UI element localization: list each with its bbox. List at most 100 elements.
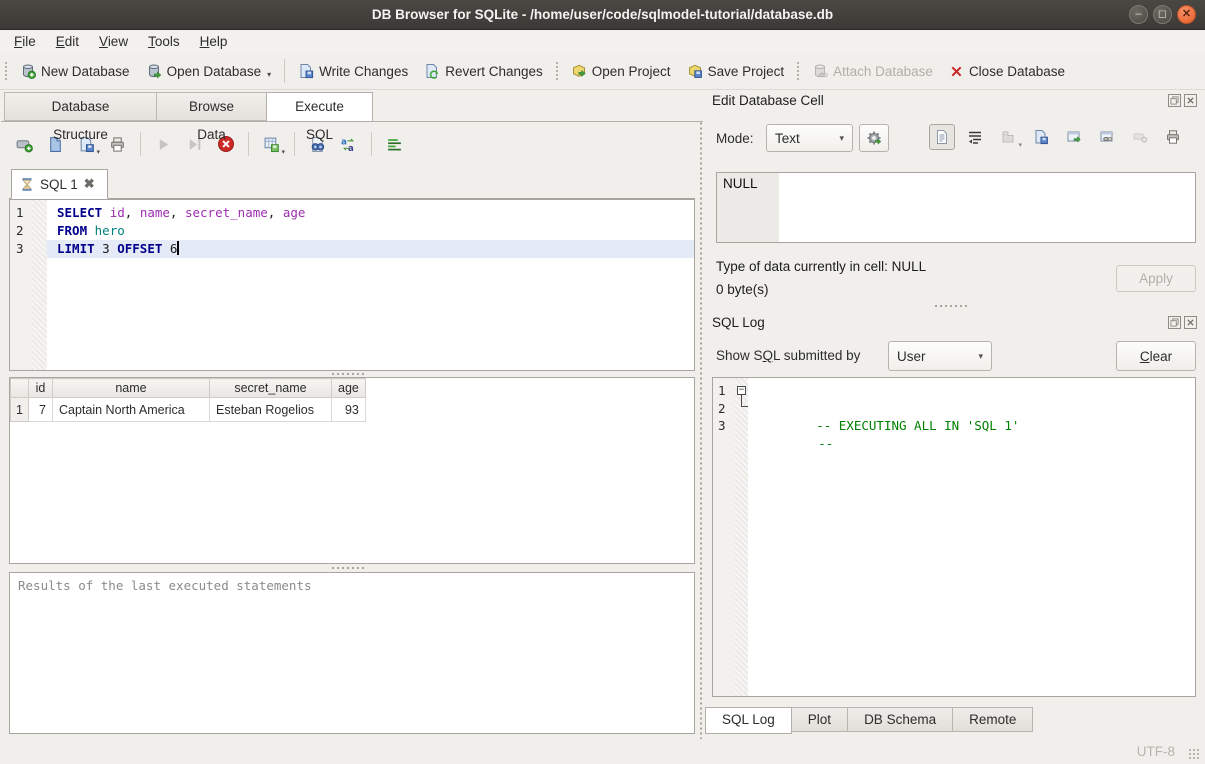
save-project-button[interactable]: Save Project xyxy=(679,58,793,84)
chevron-down-icon: ▾ xyxy=(96,148,100,156)
open-project-button[interactable]: Open Project xyxy=(563,58,679,84)
float-dock-icon[interactable] xyxy=(1168,316,1181,329)
new-sql-tab-button[interactable] xyxy=(11,131,38,157)
cell-secret-name[interactable]: Esteban Rogelios xyxy=(210,398,332,422)
close-dock-icon[interactable] xyxy=(1184,316,1197,329)
menu-view[interactable]: View xyxy=(89,32,138,51)
set-null-button[interactable] xyxy=(1127,124,1153,150)
clear-log-button[interactable]: Clear xyxy=(1116,341,1196,371)
cell-id[interactable]: 7 xyxy=(29,398,53,422)
format-icon xyxy=(386,136,403,153)
chevron-down-icon: ▾ xyxy=(839,133,844,144)
cell-type-text: Type of data currently in cell: NULL xyxy=(716,259,926,274)
close-tab-icon[interactable]: ✖ xyxy=(84,176,95,192)
edit-cell-dock-title: Edit Database Cell xyxy=(712,93,824,108)
cell-value-editor[interactable]: NULL xyxy=(716,172,1196,243)
column-header-name[interactable]: name xyxy=(53,379,210,398)
sql-document-tab[interactable]: SQL 1 ✖ xyxy=(11,169,108,199)
auto-apply-button[interactable] xyxy=(859,124,889,152)
float-dock-icon[interactable] xyxy=(1168,94,1181,107)
print-cell-button[interactable] xyxy=(1160,124,1186,150)
log-line: − -- EXECUTING ALL IN 'SQL 1' xyxy=(748,382,1195,400)
menu-file[interactable]: File xyxy=(4,32,46,51)
export-data-button[interactable] xyxy=(1028,124,1054,150)
dock-tab-remote[interactable]: Remote xyxy=(953,707,1033,732)
execute-sql-pane: ▾ ▾ aa xyxy=(1,121,703,740)
results-grid[interactable]: id name secret_name age 1 7 Captain Nort… xyxy=(9,377,695,564)
toolbar-separator xyxy=(294,132,295,156)
print-sql-button[interactable] xyxy=(104,131,131,157)
text-cursor xyxy=(177,241,179,255)
copy-link-button[interactable] xyxy=(1094,124,1120,150)
database-new-icon xyxy=(20,63,36,79)
close-button[interactable]: ✕ xyxy=(1177,5,1196,24)
menu-edit[interactable]: Edit xyxy=(46,32,89,51)
splitter-handle[interactable] xyxy=(934,303,968,309)
app-window: DB Browser for SQLite - /home/user/code/… xyxy=(0,0,1205,764)
column-header-secret-name[interactable]: secret_name xyxy=(210,379,332,398)
write-changes-button[interactable]: Write Changes xyxy=(290,58,416,84)
vertical-splitter[interactable] xyxy=(698,121,704,739)
encoding-indicator[interactable]: UTF-8 xyxy=(1137,744,1175,759)
apply-button[interactable]: Apply xyxy=(1116,265,1196,292)
toolbar-grip[interactable] xyxy=(796,61,800,81)
edit-cell-dock-buttons xyxy=(1168,94,1197,107)
code-line: FROM hero xyxy=(47,222,694,240)
execute-all-button[interactable] xyxy=(150,131,177,157)
sql-log-view[interactable]: 1 2 3 − -- EXECUTING ALL IN 'SQL 1' -- xyxy=(712,377,1196,697)
tab-browse-data[interactable]: Browse Data xyxy=(156,92,266,121)
replace-button[interactable]: aa xyxy=(335,131,362,157)
resize-grip[interactable] xyxy=(1188,748,1201,761)
database-open-icon xyxy=(146,63,162,79)
menu-tools[interactable]: Tools xyxy=(138,32,190,51)
format-sql-button[interactable] xyxy=(381,131,408,157)
table-row[interactable]: 1 7 Captain North America Esteban Rogeli… xyxy=(11,398,366,422)
tab-execute-sql[interactable]: Execute SQL xyxy=(266,92,373,122)
corner-header[interactable] xyxy=(11,379,29,398)
results-table: id name secret_name age 1 7 Captain Nort… xyxy=(10,378,366,422)
revert-changes-button[interactable]: Revert Changes xyxy=(416,58,551,84)
print-icon xyxy=(109,136,126,153)
code-area[interactable]: SELECT id, name, secret_name, age FROM h… xyxy=(47,200,694,370)
open-external-button[interactable] xyxy=(1061,124,1087,150)
save-results-button[interactable]: ▾ xyxy=(258,131,285,157)
tab-database-structure[interactable]: Database Structure xyxy=(4,92,156,121)
maximize-button[interactable]: ◻ xyxy=(1153,5,1172,24)
chevron-down-icon: ▾ xyxy=(1018,141,1022,149)
sql-log-filter-select[interactable]: User ▾ xyxy=(888,341,992,371)
attach-database-button[interactable]: Attach Database xyxy=(804,58,941,84)
line-number: 3 xyxy=(16,240,32,258)
column-header-age[interactable]: age xyxy=(332,379,366,398)
close-database-button[interactable]: Close Database xyxy=(941,59,1073,84)
row-header[interactable]: 1 xyxy=(11,398,29,422)
copy-link-icon xyxy=(1099,129,1115,145)
dock-tab-plot[interactable]: Plot xyxy=(792,707,848,732)
set-null-icon xyxy=(1132,129,1148,145)
titlebar[interactable]: DB Browser for SQLite - /home/user/code/… xyxy=(0,0,1205,30)
execution-results-message[interactable]: Results of the last executed statements xyxy=(9,572,695,734)
cell-name[interactable]: Captain North America xyxy=(53,398,210,422)
column-header-id[interactable]: id xyxy=(29,379,53,398)
text-mode-button[interactable] xyxy=(929,124,955,150)
dock-tabbar: SQL Log Plot DB Schema Remote xyxy=(705,707,1033,734)
toolbar-grip[interactable] xyxy=(555,61,559,81)
dock-tab-sql-log[interactable]: SQL Log xyxy=(705,707,792,734)
new-database-button[interactable]: New Database xyxy=(12,58,138,84)
open-database-button[interactable]: Open Database ▾ xyxy=(138,58,280,84)
word-wrap-button[interactable] xyxy=(962,124,988,150)
import-data-button[interactable]: ▾ xyxy=(995,124,1021,150)
window-title: DB Browser for SQLite - /home/user/code/… xyxy=(0,0,1205,30)
dock-tab-db-schema[interactable]: DB Schema xyxy=(848,707,953,732)
sql-code-editor[interactable]: 1 2 3 SELECT id, name, secret_name, age … xyxy=(9,199,695,371)
splitter-handle[interactable] xyxy=(331,565,365,571)
minimize-button[interactable]: – xyxy=(1129,5,1148,24)
mode-select[interactable]: Text ▾ xyxy=(766,124,853,152)
toolbar-grip[interactable] xyxy=(4,61,8,81)
cell-age[interactable]: 93 xyxy=(332,398,366,422)
close-dock-icon[interactable] xyxy=(1184,94,1197,107)
chevron-down-icon: ▾ xyxy=(281,148,285,156)
sql-document-tabbar: SQL 1 ✖ xyxy=(9,168,695,199)
menu-help[interactable]: Help xyxy=(190,32,238,51)
replace-icon: aa xyxy=(340,136,357,153)
save-results-icon xyxy=(263,136,280,153)
